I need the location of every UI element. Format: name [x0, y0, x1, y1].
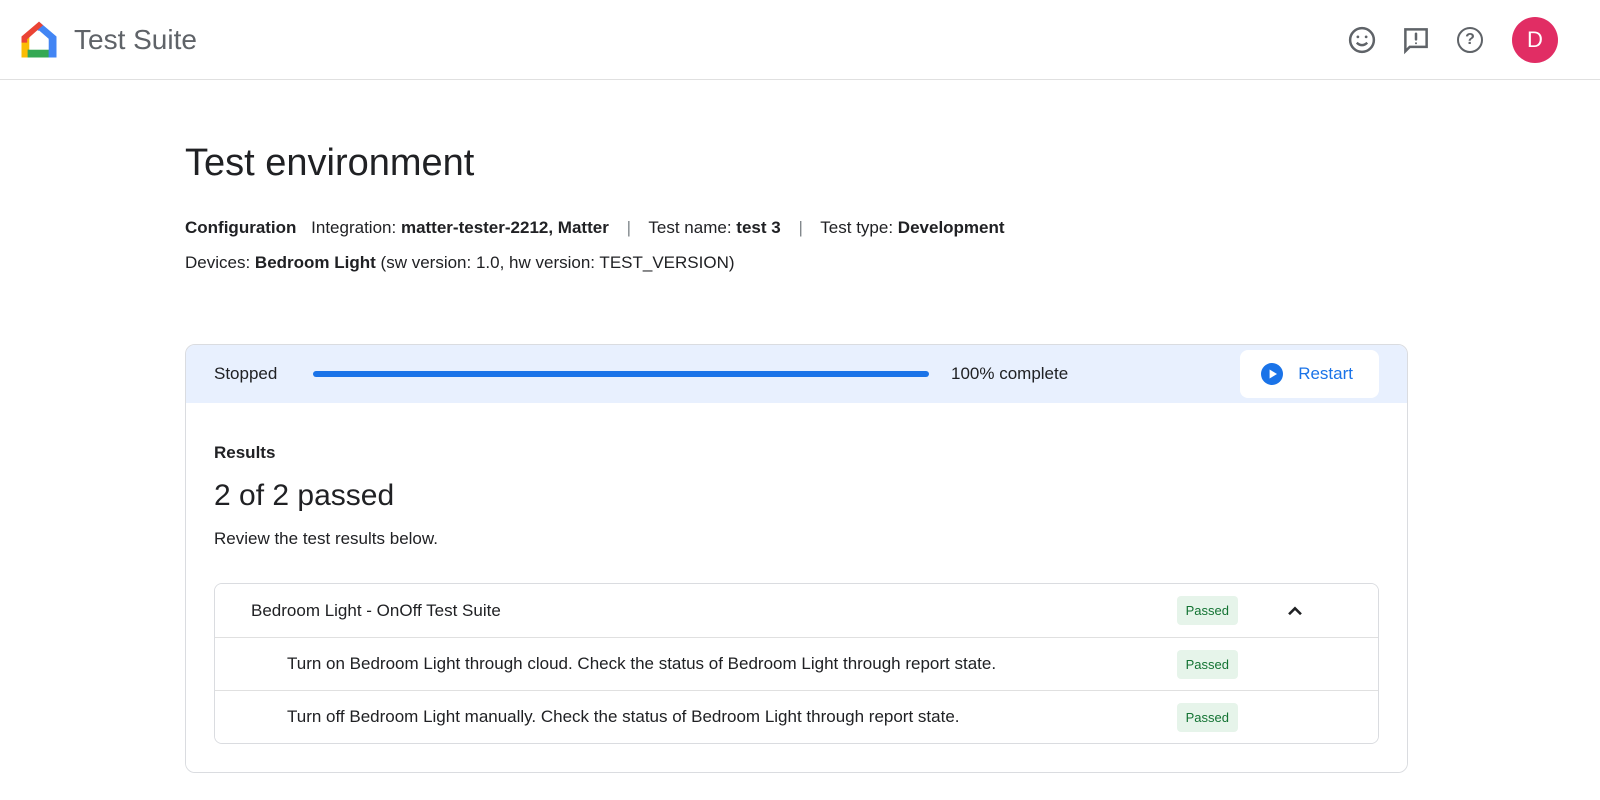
- devices-detail: (sw version: 1.0, hw version: TEST_VERSI…: [381, 253, 735, 272]
- integration-label: Integration:: [311, 218, 396, 237]
- devices-label: Devices:: [185, 253, 250, 272]
- help-icon: ?: [1457, 27, 1483, 53]
- test-case-row: Turn on Bedroom Light through cloud. Che…: [215, 637, 1378, 690]
- page-title: Test environment: [185, 140, 1408, 186]
- configuration-summary: Configuration Integration: matter-tester…: [185, 210, 1408, 280]
- suite-status-badge: Passed: [1177, 596, 1238, 625]
- progress-fill: [313, 371, 929, 377]
- app-header: Test Suite ? D: [0, 0, 1600, 80]
- test-case-status-badge: Passed: [1177, 703, 1238, 732]
- app-title: Test Suite: [74, 24, 197, 56]
- satisfaction-survey-button[interactable]: [1342, 20, 1382, 60]
- chevron-up-icon: [1282, 598, 1308, 624]
- results-description: Review the test results below.: [214, 529, 1379, 549]
- integration-value: matter-tester-2212, Matter: [401, 218, 609, 237]
- header-actions: ? D: [1342, 17, 1558, 63]
- avatar-letter: D: [1527, 27, 1543, 53]
- progress-section: Stopped 100% complete Restart: [186, 345, 1407, 403]
- test-case-description: Turn off Bedroom Light manually. Check t…: [287, 707, 1177, 727]
- play-icon: [1260, 362, 1284, 386]
- test-case-description: Turn on Bedroom Light through cloud. Che…: [287, 654, 1177, 674]
- separator: |: [627, 218, 631, 237]
- progress-percent-label: 100% complete: [951, 364, 1068, 384]
- feedback-bubble-icon: [1401, 25, 1431, 55]
- results-table: Bedroom Light - OnOff Test Suite Passed …: [214, 583, 1379, 744]
- test-name-label: Test name:: [648, 218, 731, 237]
- smiley-icon: [1347, 25, 1377, 55]
- restart-button[interactable]: Restart: [1240, 350, 1379, 398]
- main-content: Test environment Configuration Integrati…: [185, 140, 1408, 773]
- suite-row[interactable]: Bedroom Light - OnOff Test Suite Passed: [215, 584, 1378, 637]
- results-summary: 2 of 2 passed: [214, 479, 1379, 513]
- test-type-label: Test type:: [820, 218, 893, 237]
- results-section: Results 2 of 2 passed Review the test re…: [186, 403, 1407, 772]
- restart-button-label: Restart: [1298, 364, 1353, 384]
- configuration-line-2: Devices: Bedroom Light (sw version: 1.0,…: [185, 245, 1408, 280]
- results-heading: Results: [214, 443, 1379, 463]
- configuration-label: Configuration: [185, 218, 296, 237]
- send-feedback-button[interactable]: [1396, 20, 1436, 60]
- help-button[interactable]: ?: [1450, 20, 1490, 60]
- collapse-toggle[interactable]: [1238, 598, 1378, 624]
- devices-value: Bedroom Light: [255, 253, 376, 272]
- configuration-line-1: Configuration Integration: matter-tester…: [185, 210, 1408, 245]
- test-run-card: Stopped 100% complete Restart Results 2 …: [185, 344, 1408, 773]
- test-case-status-badge: Passed: [1177, 650, 1238, 679]
- brand[interactable]: Test Suite: [18, 19, 197, 61]
- google-home-logo: [18, 19, 60, 61]
- avatar[interactable]: D: [1512, 17, 1558, 63]
- progress-track: [313, 371, 929, 377]
- separator: |: [798, 218, 802, 237]
- run-status-label: Stopped: [214, 364, 291, 384]
- test-name-value: test 3: [736, 218, 780, 237]
- suite-name: Bedroom Light - OnOff Test Suite: [251, 601, 1177, 621]
- test-case-row: Turn off Bedroom Light manually. Check t…: [215, 690, 1378, 743]
- test-type-value: Development: [898, 218, 1005, 237]
